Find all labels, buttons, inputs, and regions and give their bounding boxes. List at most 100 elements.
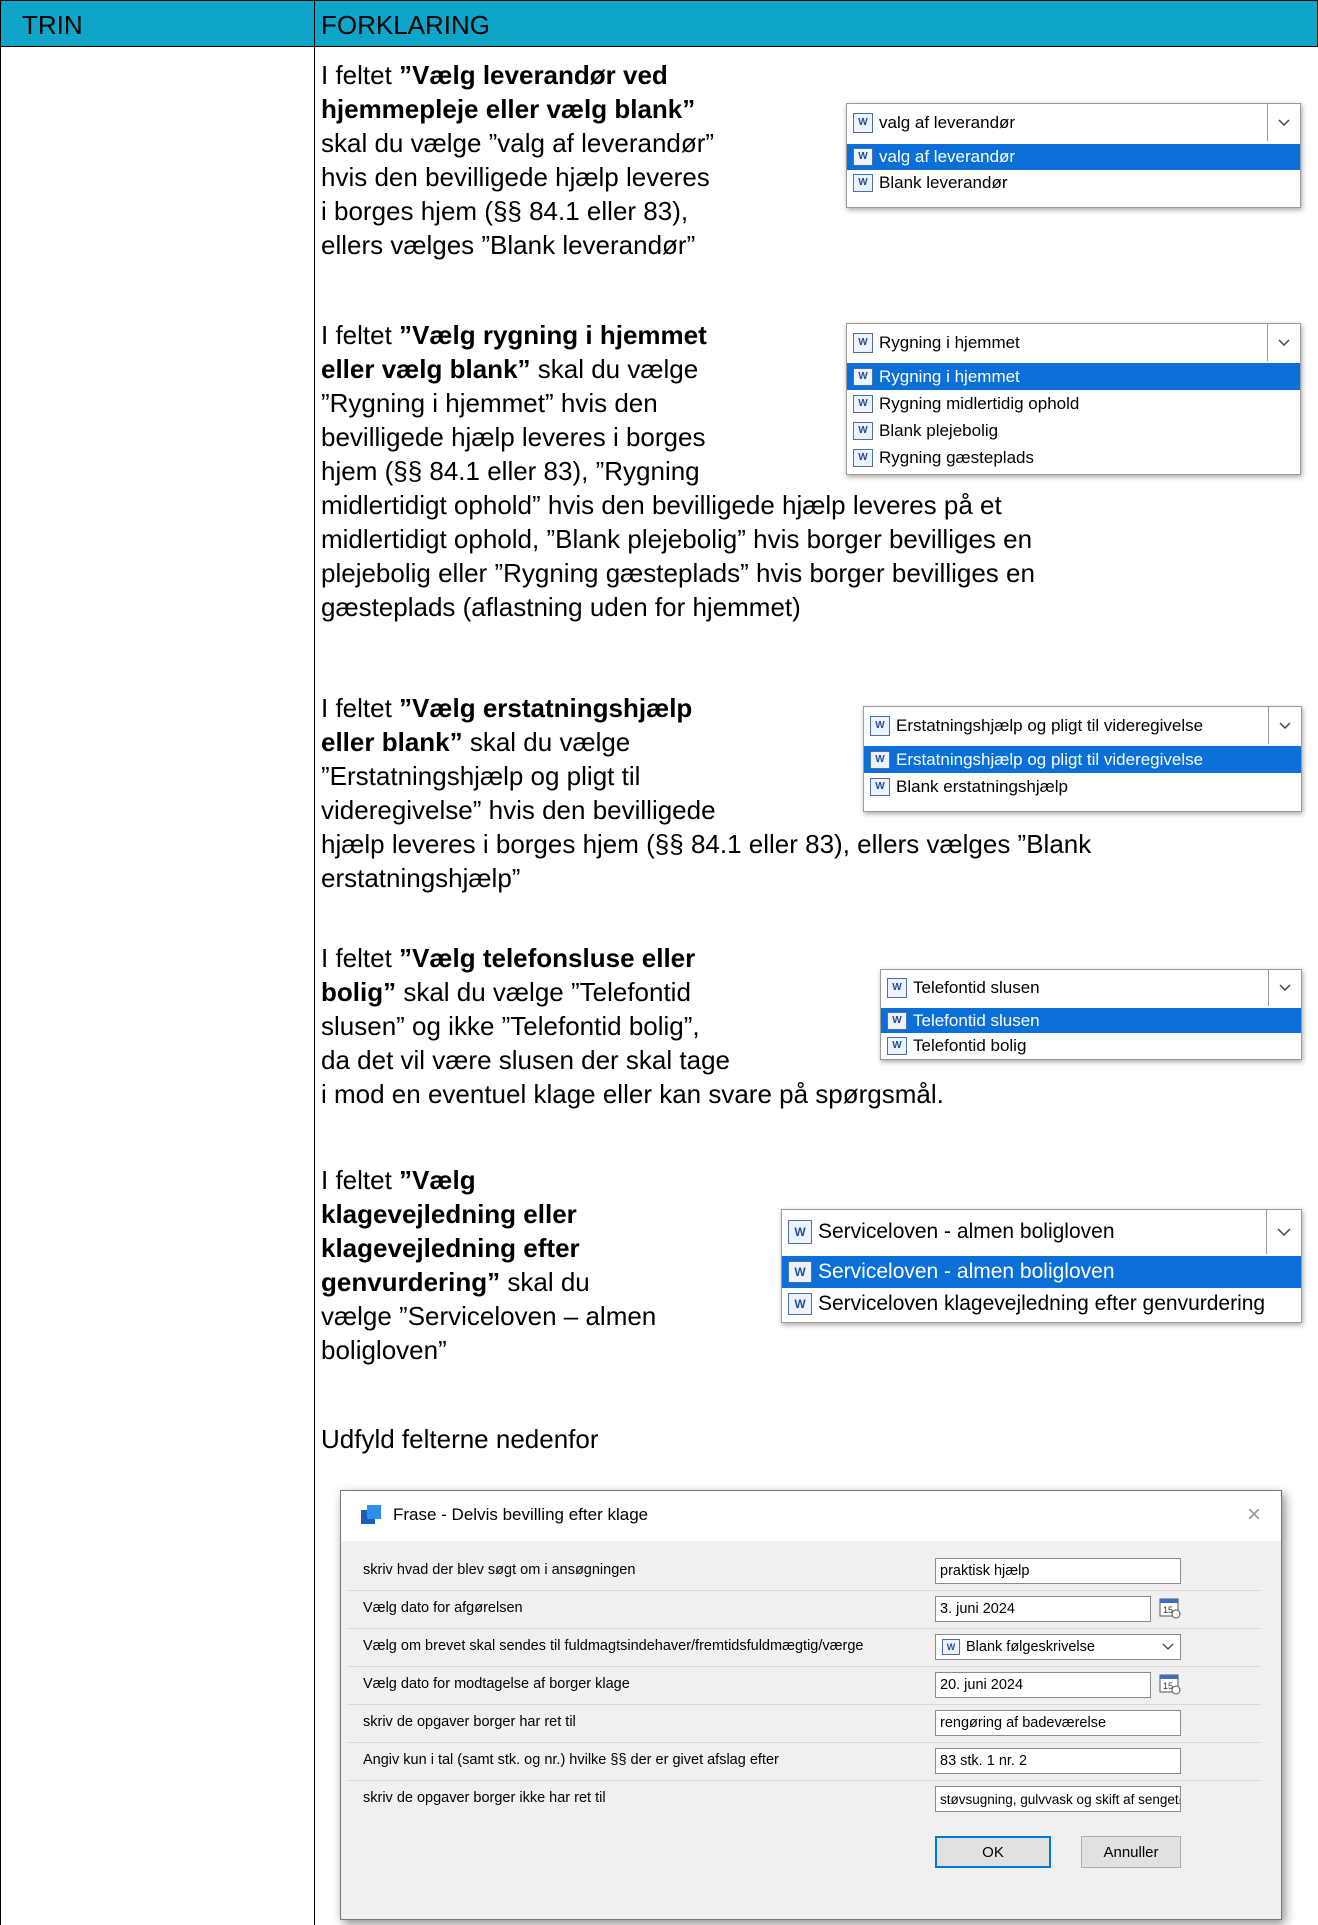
header-divider [0,46,1318,47]
chevron-down-icon[interactable] [1267,324,1300,361]
s2-line: gæsteplads (aflastning uden for hjemmet) [321,592,801,622]
calendar-icon[interactable]: 15 [1159,1597,1181,1619]
ret-til-input[interactable]: rengøring af badeværelse [935,1710,1181,1736]
border-top [0,0,1318,1]
klage-date-input[interactable]: 20. juni 2024 [935,1672,1151,1698]
s3-intro: I feltet [321,693,400,723]
field-row: Vælg dato for afgørelsen 3. juni 2024 15 [341,1591,1281,1629]
s4-intro: I feltet [321,943,400,973]
dialog-body: skriv hvad der blev søgt om i ansøgninge… [341,1541,1281,1919]
s1-line: skal du vælge ”valg af leverandør” [321,128,715,158]
dropdown-option[interactable]: W Telefontid slusen [881,1008,1301,1033]
option-label: Blank leverandør [879,173,1008,192]
word-doc-icon: W [853,148,873,166]
foelgeskrivelse-select[interactable]: W Blank følgeskrivelse [935,1634,1181,1660]
dropdown-option[interactable]: W Blank erstatningshjælp [864,773,1301,800]
s5-line: boligloven” [321,1335,447,1365]
dropdown-selected-text: valg af leverandør [879,112,1016,132]
calendar-icon[interactable]: 15 [1159,1673,1181,1695]
option-label: Rygning midlertidig ophold [879,393,1080,413]
dropdown-value[interactable]: W Telefontid slusen [881,970,1301,1006]
dropdown-klagevejledning[interactable]: W Serviceloven - almen boligloven W Serv… [781,1209,1302,1323]
option-label: Blank erstatningshjælp [896,776,1068,796]
chevron-down-icon[interactable] [1267,104,1300,141]
dropdown-telefontid[interactable]: W Telefontid slusen W Telefontid slusen … [880,969,1302,1060]
word-doc-icon: W [887,1036,907,1055]
cancel-button[interactable]: Annuller [1081,1836,1181,1868]
chevron-down-icon[interactable] [1268,970,1301,1006]
word-doc-icon: W [853,421,873,440]
s3-field-name-2: eller blank” [321,727,463,757]
s2-line: skal du vælge [530,354,699,384]
s2-intro: I feltet [321,320,400,350]
option-label: valg af leverandør [879,147,1016,166]
s3-field-name: ”Vælg erstatningshjælp [399,693,693,723]
word-doc-icon: W [853,367,873,386]
close-icon[interactable]: × [1247,1501,1261,1529]
soegt-om-input[interactable]: praktisk hjælp [935,1558,1181,1584]
option-label: Blank plejebolig [879,420,999,440]
dropdown-value[interactable]: W valg af leverandør [847,104,1300,141]
field-row: Vælg om brevet skal sendes til fuldmagts… [341,1629,1281,1667]
s5-field-name-3: klagevejledning efter [321,1233,580,1263]
word-doc-icon: W [853,448,873,467]
field-row: skriv de opgaver borger ikke har ret til… [341,1781,1281,1819]
option-label: Rygning gæsteplads [879,447,1034,467]
ok-button[interactable]: OK [935,1836,1051,1868]
dropdown-selected-text: Serviceloven - almen boligloven [818,1220,1115,1243]
s3-line: hjælp leveres i borges hjem (§§ 84.1 ell… [321,829,1092,859]
afgoerelse-date-input[interactable]: 3. juni 2024 [935,1596,1151,1622]
dropdown-option[interactable]: W Rygning gæsteplads [847,444,1300,471]
s2-line: midlertidigt ophold” hvis den bevilliged… [321,490,1002,520]
dropdown-leverandoer[interactable]: W valg af leverandør W valg af leverandø… [846,103,1301,208]
dropdown-selected-text: Erstatningshjælp og pligt til videregive… [896,715,1204,735]
s1-line: hvis den bevilligede hjælp leveres [321,162,710,192]
dropdown-option[interactable]: W Telefontid bolig [881,1033,1301,1058]
dropdown-rygning[interactable]: W Rygning i hjemmet W Rygning i hjemmet … [846,323,1301,475]
field-label: Vælg dato for modtagelse af borger klage [363,1676,630,1692]
header-trin: TRIN [22,10,83,40]
option-label: Serviceloven klagevejledning efter genvu… [818,1292,1266,1315]
s2-field-name-2: eller vælg blank” [321,354,531,384]
chevron-down-icon[interactable] [1268,707,1301,744]
dropdown-value[interactable]: W Serviceloven - almen boligloven [782,1210,1301,1254]
word-doc-icon: W [870,715,890,736]
dropdown-value[interactable]: W Rygning i hjemmet [847,324,1300,361]
header-forklaring: FORKLARING [321,10,491,40]
s3-line: erstatningshjælp” [321,863,521,893]
paragraf-input[interactable]: 83 stk. 1 nr. 2 [935,1748,1181,1774]
option-label: Rygning i hjemmet [879,366,1020,386]
s2-field-name: ”Vælg rygning i hjemmet [399,320,707,350]
word-doc-icon: W [788,1261,812,1283]
s1-line: i borges hjem (§§ 84.1 eller 83), [321,196,689,226]
field-label: Vælg om brevet skal sendes til fuldmagts… [363,1638,864,1654]
dropdown-option[interactable]: W Rygning i hjemmet [847,363,1300,390]
field-row: skriv de opgaver borger har ret til reng… [341,1705,1281,1743]
section6-text: Udfyld felterne nedenfor [321,1424,599,1454]
dropdown-option[interactable]: W valg af leverandør [847,144,1300,170]
dropdown-option[interactable]: W Blank leverandør [847,170,1300,196]
dropdown-option[interactable]: W Blank plejebolig [847,417,1300,444]
option-label: Erstatningshjælp og pligt til videregive… [896,749,1204,769]
s1-intro: I feltet [321,60,400,90]
svg-text:15: 15 [1163,1605,1173,1615]
dropdown-option[interactable]: W Erstatningshjælp og pligt til videregi… [864,746,1301,773]
dialog-title: Frase - Delvis bevilling efter klage [393,1505,649,1524]
ikke-ret-til-input[interactable]: støvsugning, gulvvask og skift af senget… [935,1786,1181,1812]
table-header: TRIN FORKLARING [0,0,1318,46]
document-table: TRIN FORKLARING I feltet ”Vælg leverandø… [0,0,1318,1925]
column-divider [314,0,315,1925]
dropdown-value[interactable]: W Erstatningshjælp og pligt til videregi… [864,707,1301,744]
field-row: Vælg dato for modtagelse af borger klage… [341,1667,1281,1705]
field-row: Angiv kun i tal (samt stk. og nr.) hvilk… [341,1743,1281,1781]
option-label: Serviceloven - almen boligloven [818,1260,1115,1283]
dropdown-option[interactable]: W Rygning midlertidig ophold [847,390,1300,417]
dropdown-erstatning[interactable]: W Erstatningshjælp og pligt til videregi… [863,706,1302,812]
chevron-down-icon[interactable] [1266,1210,1301,1254]
dropdown-option[interactable]: W Serviceloven - almen boligloven [782,1256,1301,1288]
app-icon [361,1505,383,1525]
word-doc-icon: W [853,174,873,192]
word-doc-icon: W [853,394,873,413]
word-doc-icon: W [870,777,890,796]
dropdown-option[interactable]: W Serviceloven klagevejledning efter gen… [782,1288,1301,1320]
